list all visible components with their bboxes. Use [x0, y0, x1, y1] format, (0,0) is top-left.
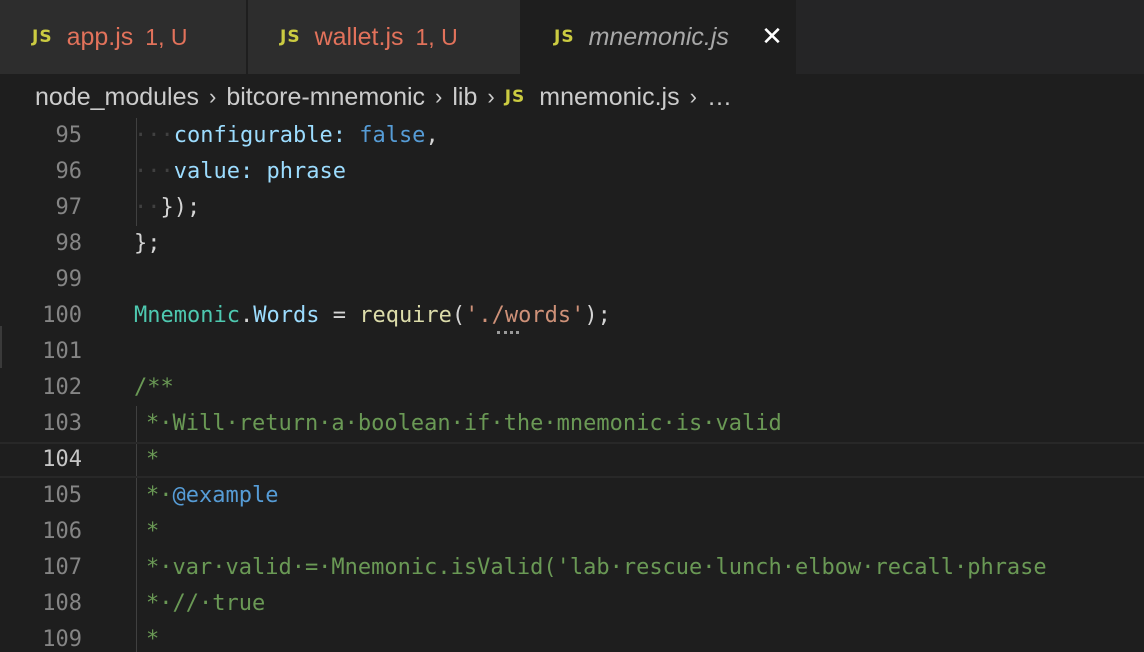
chevron-right-icon: › — [209, 84, 217, 109]
string-token: './words' — [465, 303, 585, 328]
line-number: 96 — [55, 159, 83, 184]
line-content: ···configurable: false, — [134, 118, 439, 154]
code-line[interactable]: 105 *·@example — [0, 478, 1144, 514]
class-token: Mnemonic — [134, 303, 240, 328]
tab-status: 1, U — [415, 23, 458, 50]
comment-token: *· — [146, 483, 173, 508]
line-content: *·Will·return·a·boolean·if·the·mnemonic·… — [146, 411, 782, 436]
javascript-file-icon: JS — [32, 27, 53, 47]
line-number: 101 — [42, 339, 82, 364]
code-line[interactable]: 106 * — [0, 514, 1144, 550]
breadcrumb: node_modules › bitcore-mnemonic › lib › … — [0, 74, 1144, 120]
line-number: 104 — [42, 447, 82, 472]
line-content: /** — [134, 375, 174, 400]
chevron-right-icon: › — [435, 84, 443, 109]
breadcrumb-item-node-modules[interactable]: node_modules — [35, 83, 199, 112]
line-content: ··}); — [134, 190, 200, 226]
code-line[interactable]: 108 *·//·true — [0, 586, 1144, 622]
breadcrumb-more[interactable]: … — [707, 83, 732, 112]
jsdoc-tag-token: @example — [172, 483, 279, 508]
punctuation-token: ( — [451, 303, 466, 328]
code-line[interactable]: 96 ···value: phrase — [0, 154, 1144, 190]
line-number: 109 — [42, 627, 82, 652]
line-number: 106 — [42, 519, 82, 544]
line-content: Mnemonic.Words = require('./words'); — [134, 298, 611, 334]
breadcrumb-item-bitcore-mnemonic[interactable]: bitcore-mnemonic — [226, 83, 425, 112]
punctuation-token: . — [239, 303, 254, 328]
code-line[interactable]: 103 *·Will·return·a·boolean·if·the·mnemo… — [0, 406, 1144, 442]
breadcrumb-item-lib[interactable]: lib — [452, 83, 477, 112]
code-line[interactable]: 107 *·var·valid·=·Mnemonic.isValid('lab·… — [0, 550, 1144, 586]
code-line[interactable]: 109 * — [0, 622, 1144, 652]
line-number: 103 — [42, 411, 82, 436]
tab-status: 1, U — [145, 23, 188, 50]
code-editor-window: JS app.js 1, U JS wallet.js 1, U JS mnem… — [0, 0, 1144, 652]
code-line[interactable]: 99 — [0, 262, 1144, 298]
line-number: 107 — [42, 555, 82, 580]
function-token: require — [359, 303, 452, 328]
hint-squiggle[interactable] — [497, 327, 519, 334]
code-line[interactable]: 98 }; — [0, 226, 1144, 262]
line-content: }; — [134, 231, 161, 256]
operator-token: = — [319, 303, 360, 328]
line-number: 102 — [42, 375, 82, 400]
whitespace-marker: ··· — [134, 123, 174, 148]
line-number: 99 — [55, 267, 83, 292]
code-line[interactable]: 97 ··}); — [0, 190, 1144, 226]
punctuation-token: , — [425, 123, 439, 148]
punctuation-token: ); — [584, 303, 611, 328]
tab-mnemonic-js[interactable]: JS mnemonic.js ✕ — [522, 0, 796, 74]
code-line[interactable]: 95 ···configurable: false, — [0, 118, 1144, 154]
punctuation-token: : — [332, 123, 360, 148]
chevron-right-icon: › — [689, 84, 697, 109]
javascript-file-icon: JS — [554, 27, 575, 47]
line-content: *·var·valid·=·Mnemonic.isValid('lab·resc… — [146, 555, 1047, 580]
line-number: 105 — [42, 483, 82, 508]
boolean-token: false — [359, 123, 426, 148]
tab-bar: JS app.js 1, U JS wallet.js 1, U JS mnem… — [0, 0, 1144, 74]
punctuation-token: : — [239, 159, 267, 184]
javascript-file-icon: JS — [280, 27, 301, 47]
tab-label: app.js — [66, 22, 134, 51]
line-number: 97 — [55, 195, 83, 220]
line-content: *·@example — [146, 478, 278, 514]
whitespace-marker: ·· — [134, 195, 161, 220]
javascript-file-icon: JS — [504, 87, 526, 107]
property-token: value — [173, 159, 240, 184]
property-token: Words — [253, 303, 320, 328]
line-number: 108 — [42, 591, 82, 616]
breadcrumb-item-file[interactable]: mnemonic.js — [539, 83, 679, 112]
line-number: 98 — [55, 231, 83, 256]
line-content: * — [146, 627, 160, 652]
tab-app-js[interactable]: JS app.js 1, U — [0, 0, 248, 74]
punctuation-token: }); — [160, 195, 201, 220]
code-line[interactable]: 100 Mnemonic.Words = require('./words'); — [0, 298, 1144, 334]
tab-wallet-js[interactable]: JS wallet.js 1, U — [248, 0, 522, 74]
code-line-current[interactable]: 104 * — [0, 442, 1144, 478]
line-content: ···value: phrase — [134, 154, 346, 190]
line-number: 100 — [42, 303, 82, 328]
identifier-token: phrase — [266, 159, 346, 184]
line-content: * — [146, 447, 160, 472]
line-content: * — [146, 519, 160, 544]
code-line[interactable]: 101 — [0, 334, 1144, 370]
tab-label: mnemonic.js — [588, 22, 729, 51]
line-number: 95 — [55, 123, 83, 148]
line-content: *·//·true — [146, 591, 266, 616]
code-line[interactable]: 102 /** — [0, 370, 1144, 406]
tab-label: wallet.js — [314, 22, 404, 51]
chevron-right-icon: › — [487, 84, 495, 109]
close-icon[interactable]: ✕ — [758, 23, 786, 51]
editor-area[interactable]: 95 ···configurable: false, 96 ···value: … — [0, 118, 1144, 652]
property-token: configurable — [173, 123, 333, 148]
whitespace-marker: ··· — [134, 159, 174, 184]
